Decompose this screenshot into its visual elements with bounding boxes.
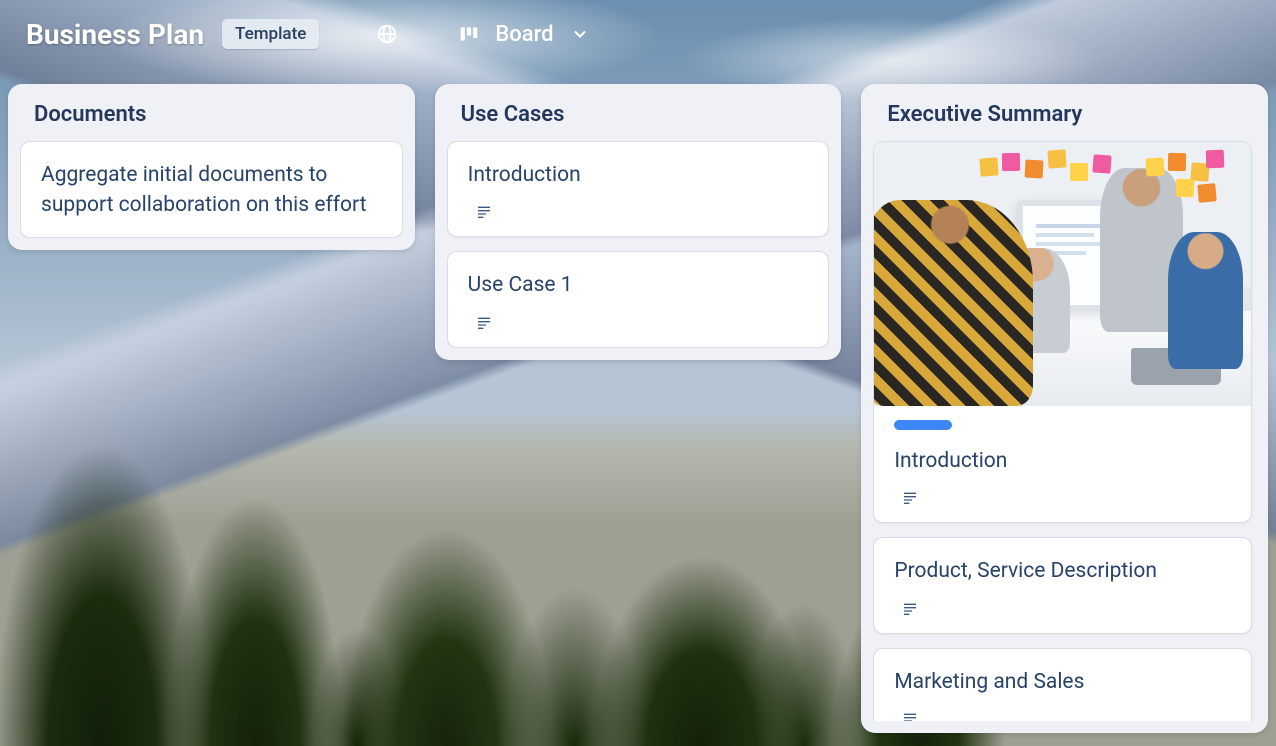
globe-icon[interactable] [373,20,401,48]
card[interactable]: Introduction [873,141,1252,523]
board-canvas: Documents Aggregate initial documents to… [0,68,1276,746]
card[interactable]: Aggregate initial documents to support c… [20,141,403,238]
description-icon [474,315,809,331]
card-list[interactable]: Introduction Product, Service Descriptio… [873,141,1256,721]
description-icon [474,204,809,220]
card[interactable]: Use Case 1 [447,251,830,347]
card-title: Introduction [468,160,809,190]
card-list: Introduction Use Case 1 [447,141,830,348]
card-list: Aggregate initial documents to support c… [20,141,403,238]
view-label: Board [495,22,553,47]
card-title: Product, Service Description [894,556,1231,586]
card[interactable]: Introduction [447,141,830,237]
header-bar: Business Plan Template Board [0,0,1276,68]
template-badge[interactable]: Template [222,19,319,49]
card-title: Aggregate initial documents to support c… [41,160,382,221]
card[interactable]: Product, Service Description [873,537,1252,633]
column-title[interactable]: Use Cases [447,102,830,141]
column-documents: Documents Aggregate initial documents to… [8,84,415,250]
column-use-cases: Use Cases Introduction Use Case 1 [435,84,842,360]
chevron-down-icon [566,20,594,48]
card-cover-image [874,142,1251,406]
board-columns-icon [455,20,483,48]
card-title: Marketing and Sales [894,667,1231,697]
description-icon [900,601,1231,617]
card-title: Use Case 1 [468,270,809,300]
card[interactable]: Marketing and Sales [873,648,1252,721]
label-pill [894,420,952,430]
column-title[interactable]: Documents [20,102,403,141]
column-executive-summary: Executive Summary Introduction [861,84,1268,733]
description-icon [900,490,1231,506]
card-title: Introduction [894,446,1231,476]
view-switcher[interactable]: Board [455,20,593,48]
column-title[interactable]: Executive Summary [873,102,1256,141]
description-icon [900,711,1231,721]
page-title: Business Plan [26,18,204,51]
